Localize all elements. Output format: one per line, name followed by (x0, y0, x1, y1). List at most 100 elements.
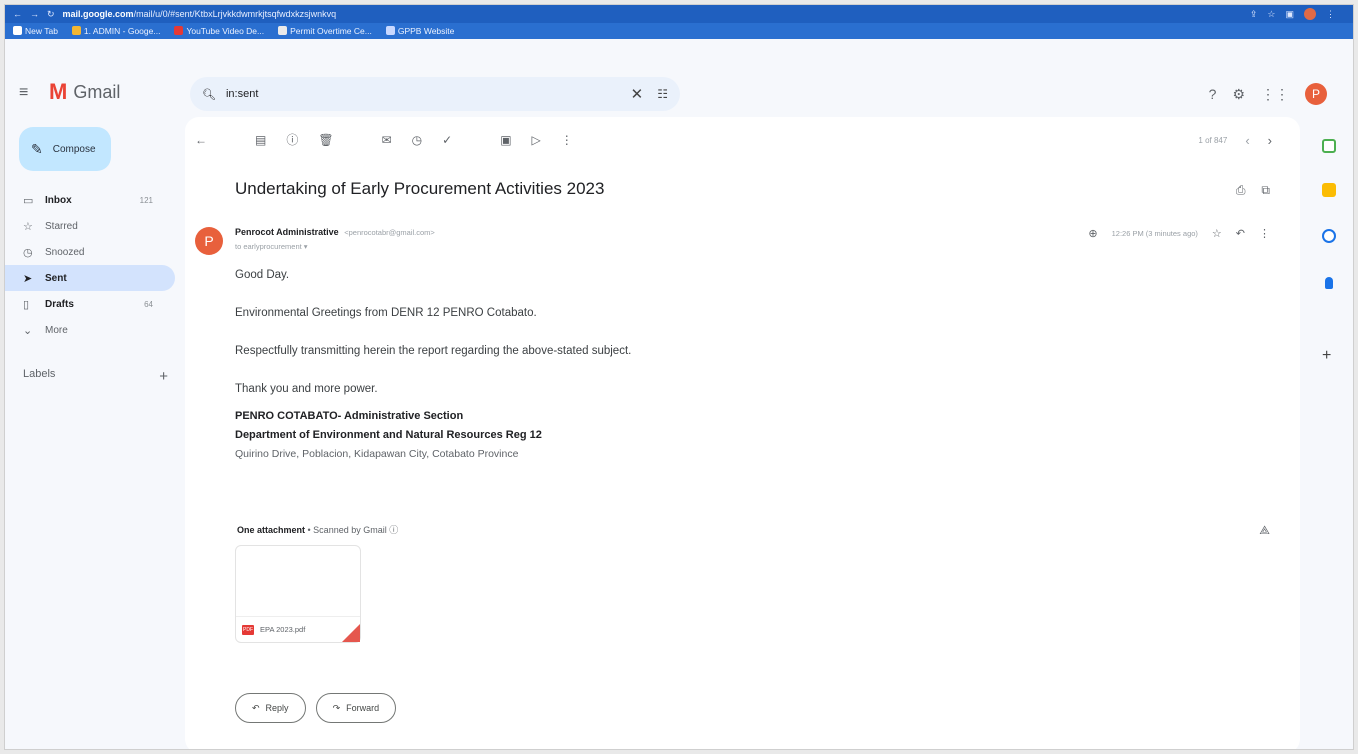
back-icon[interactable]: ← (13, 9, 22, 19)
add-label-icon[interactable]: + (159, 368, 168, 385)
bookmarks-bar: New Tab 1. ADMIN - Googe... YouTube Vide… (5, 23, 1353, 39)
subject-actions: ⎙ ⧉ (1236, 183, 1270, 198)
email-toolbar: ← ▤ ⓘ 🗑︎ ✉ ◷ ✓ ▣ ▷ ⋮ (195, 131, 573, 148)
back-to-list-icon[interactable]: ← (195, 133, 207, 147)
bookmark-admin[interactable]: 1. ADMIN - Googe... (71, 26, 160, 36)
more-vert-icon[interactable]: ⋮ (561, 133, 573, 147)
body-line: Environmental Greetings from DENR 12 PEN… (235, 307, 537, 319)
archive-icon[interactable]: ▤ (255, 133, 266, 147)
unread-count: 121 (139, 195, 153, 205)
message-more-icon[interactable]: ⋮ (1259, 227, 1270, 240)
sidebar-item-inbox[interactable]: ▭ Inbox 121 (5, 187, 175, 213)
compose-button[interactable]: ✎ Compose (19, 127, 111, 171)
bookmark-new-tab[interactable]: New Tab (13, 26, 58, 36)
attachments-count: One attachment (237, 525, 306, 535)
email-view: ← ▤ ⓘ 🗑︎ ✉ ◷ ✓ ▣ ▷ ⋮ 1 of 847 ‹ › Undert… (185, 117, 1300, 749)
attachment-indicator-icon: ⊕ (1088, 228, 1098, 240)
move-to-icon[interactable]: ▣ (500, 133, 511, 147)
sidebar-item-label: Sent (45, 272, 67, 284)
open-new-window-icon[interactable]: ⧉ (1261, 183, 1270, 198)
pencil-icon: ✎ (31, 140, 43, 157)
clock-icon: ◷ (23, 246, 33, 259)
tasks-icon[interactable] (1322, 229, 1336, 243)
header-actions: ? ⚙ ⋮⋮ P (1209, 83, 1327, 105)
window-icon[interactable]: ▣ (1285, 9, 1294, 20)
reload-icon[interactable]: ↻ (47, 9, 55, 20)
address-bar[interactable]: ← → ↻ mail.google.com/mail/u/0/#sent/Ktb… (5, 5, 1353, 23)
forward-arrow-icon: ↷ (332, 702, 341, 713)
newer-icon[interactable]: ‹ (1245, 133, 1249, 148)
search-options-icon[interactable]: ☷ (657, 87, 668, 101)
sender-line: Penrocot Administrative <penrocotabr@gma… (235, 227, 435, 237)
message-time: 12:26 PM (3 minutes ago) (1111, 229, 1198, 238)
sidebar-item-snoozed[interactable]: ◷ Snoozed (5, 239, 175, 265)
app-name: Gmail (73, 81, 121, 102)
apps-grid-icon[interactable]: ⋮⋮ (1261, 86, 1289, 103)
help-icon[interactable]: ? (1209, 86, 1217, 102)
bookmark-youtube[interactable]: YouTube Video De... (174, 26, 264, 36)
reply-arrow-icon: ↶ (252, 702, 260, 713)
search-bar[interactable]: 🔍︎ in:sent ✕ ☷ (190, 77, 680, 111)
body-line: Respectfully transmitting herein the rep… (235, 345, 632, 357)
recipient-line[interactable]: to earlyprocurement ▾ (235, 242, 308, 251)
share-icon[interactable]: ⇪ (1250, 9, 1258, 20)
older-icon[interactable]: › (1268, 133, 1272, 148)
browser-window: ← → ↻ mail.google.com/mail/u/0/#sent/Ktb… (4, 4, 1354, 750)
reply-actions: ↶ Reply ↷ Forward (235, 693, 397, 723)
compose-label: Compose (52, 143, 96, 155)
send-icon: ➤ (23, 272, 33, 285)
gmail-m-icon: M (49, 79, 68, 104)
sidebar-item-starred[interactable]: ☆ Starred (5, 213, 175, 239)
contacts-icon[interactable] (1325, 277, 1333, 289)
message-meta: ⊕ 12:26 PM (3 minutes ago) ☆ ↶ ⋮ (1088, 227, 1270, 240)
sidebar-item-drafts[interactable]: ▯ Drafts 64 (5, 291, 175, 317)
keep-icon[interactable] (1322, 183, 1336, 197)
body-greeting: Good Day. (235, 269, 290, 281)
search-input[interactable]: in:sent (226, 88, 258, 100)
sidebar-item-sent[interactable]: ➤ Sent (5, 265, 175, 291)
labels-title: Labels (23, 368, 56, 380)
url-text[interactable]: mail.google.com/mail/u/0/#sent/KtbxLrjvk… (63, 9, 337, 19)
bookmark-star-icon[interactable]: ☆ (1267, 9, 1275, 20)
browser-menu-icon[interactable]: ⋮ (1326, 9, 1335, 20)
sender-avatar[interactable]: P (195, 227, 223, 255)
calendar-icon[interactable] (1322, 139, 1336, 153)
snooze-icon[interactable]: ◷ (412, 133, 422, 147)
attachment-card[interactable]: PDF EPA 2023.pdf (235, 545, 361, 643)
inbox-icon: ▭ (23, 194, 34, 207)
sender-name[interactable]: Penrocot Administrative (235, 227, 339, 237)
search-icon[interactable]: 🔍︎ (202, 88, 216, 101)
settings-gear-icon[interactable]: ⚙ (1232, 86, 1245, 103)
report-spam-icon[interactable]: ⓘ (286, 131, 298, 148)
add-task-icon[interactable]: ✓ (442, 133, 452, 147)
signature-line: PENRO COTABATO- Administrative Section (235, 410, 464, 422)
reply-button[interactable]: ↶ Reply (235, 693, 306, 723)
browser-profile-icon[interactable] (1304, 8, 1316, 20)
print-icon[interactable]: ⎙ (1236, 183, 1246, 198)
forward-button[interactable]: ↷ Forward (315, 693, 397, 723)
sender-address: <penrocotabr@gmail.com> (344, 228, 435, 237)
main-menu-icon[interactable]: ≡ (19, 84, 28, 102)
account-avatar[interactable]: P (1305, 83, 1327, 105)
star-message-icon[interactable]: ☆ (1212, 227, 1222, 240)
page-corner-icon (342, 624, 360, 642)
sidebar-item-label: Inbox (45, 194, 72, 206)
attachments-header: One attachment • Scanned by Gmail ⓘ (237, 523, 398, 536)
scan-status: • Scanned by Gmail ⓘ (307, 525, 399, 535)
clear-search-icon[interactable]: ✕ (631, 85, 644, 103)
mark-unread-icon[interactable]: ✉ (382, 133, 392, 147)
pdf-icon: PDF (242, 624, 254, 635)
label-icon[interactable]: ▷ (532, 133, 541, 147)
forward-icon[interactable]: → (30, 9, 39, 19)
sidebar-item-more[interactable]: ⌄ More (5, 317, 175, 343)
add-to-drive-icon[interactable]: ⟁ (1259, 523, 1270, 538)
gmail-logo[interactable]: M Gmail (49, 81, 120, 103)
get-addons-icon[interactable]: + (1322, 347, 1331, 365)
reply-label: Reply (265, 703, 289, 713)
bookmark-gppb[interactable]: GPPB Website (385, 26, 454, 36)
reply-icon[interactable]: ↶ (1236, 227, 1245, 240)
bookmark-permit[interactable]: Permit Overtime Ce... (278, 26, 372, 36)
delete-icon[interactable]: 🗑︎ (318, 133, 333, 147)
signature-address: Quirino Drive, Poblacion, Kidapawan City… (235, 448, 519, 460)
sidebar-item-label: Starred (45, 220, 78, 232)
